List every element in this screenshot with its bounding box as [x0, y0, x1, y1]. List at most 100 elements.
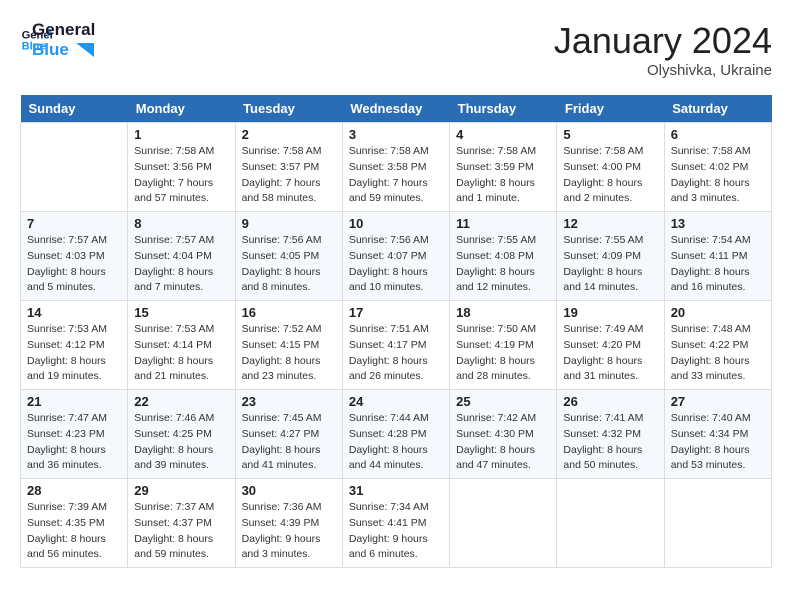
day-info: Sunrise: 7:37 AM Sunset: 4:37 PM Dayligh… — [134, 500, 228, 563]
month-title: January 2024 — [554, 20, 772, 62]
day-info: Sunrise: 7:39 AM Sunset: 4:35 PM Dayligh… — [27, 500, 121, 563]
calendar-cell — [450, 479, 557, 568]
calendar-cell: 4 Sunrise: 7:58 AM Sunset: 3:59 PM Daylig… — [450, 123, 557, 212]
day-number: 10 — [349, 216, 443, 231]
day-number: 18 — [456, 305, 550, 320]
day-number: 16 — [242, 305, 336, 320]
day-info: Sunrise: 7:41 AM Sunset: 4:32 PM Dayligh… — [563, 411, 657, 474]
day-number: 4 — [456, 127, 550, 142]
day-info: Sunrise: 7:34 AM Sunset: 4:41 PM Dayligh… — [349, 500, 443, 563]
calendar-cell: 8Sunrise: 7:57 AM Sunset: 4:04 PM Daylig… — [128, 212, 235, 301]
day-of-week-header: Tuesday — [235, 95, 342, 123]
calendar-cell: 1 Sunrise: 7:58 AM Sunset: 3:56 PM Daylig… — [128, 123, 235, 212]
day-info: Sunrise: 7:47 AM Sunset: 4:23 PM Dayligh… — [27, 411, 121, 474]
day-number: 24 — [349, 394, 443, 409]
day-number: 17 — [349, 305, 443, 320]
calendar-cell: 20 Sunrise: 7:48 AM Sunset: 4:22 PM Dayli… — [664, 301, 771, 390]
day-info: Sunrise: 7:55 AM Sunset: 4:09 PM Dayligh… — [563, 233, 657, 296]
day-info: Sunrise: 7:53 AM Sunset: 4:12 PM Dayligh… — [27, 322, 121, 385]
logo: General Blue General Blue — [20, 20, 95, 59]
calendar-cell: 12 Sunrise: 7:55 AM Sunset: 4:09 PM Dayli… — [557, 212, 664, 301]
day-info: Sunrise: 7:49 AM Sunset: 4:20 PM Dayligh… — [563, 322, 657, 385]
day-info: Sunrise: 7:58 AM Sunset: 3:59 PM Dayligh… — [456, 144, 550, 207]
calendar-cell: 27 Sunrise: 7:40 AM Sunset: 4:34 PM Dayli… — [664, 390, 771, 479]
calendar-week-row: 1 Sunrise: 7:58 AM Sunset: 3:56 PM Daylig… — [21, 123, 772, 212]
calendar-cell: 18Sunrise: 7:50 AM Sunset: 4:19 PM Dayli… — [450, 301, 557, 390]
calendar-cell: 9Sunrise: 7:56 AM Sunset: 4:05 PM Daylig… — [235, 212, 342, 301]
day-info: Sunrise: 7:54 AM Sunset: 4:11 PM Dayligh… — [671, 233, 765, 296]
day-info: Sunrise: 7:36 AM Sunset: 4:39 PM Dayligh… — [242, 500, 336, 563]
title-block: January 2024 Olyshivka, Ukraine — [554, 20, 772, 79]
calendar-week-row: 7 Sunrise: 7:57 AM Sunset: 4:03 PM Daylig… — [21, 212, 772, 301]
day-of-week-header: Wednesday — [342, 95, 449, 123]
day-number: 5 — [563, 127, 657, 142]
calendar-cell: 21Sunrise: 7:47 AM Sunset: 4:23 PM Dayli… — [21, 390, 128, 479]
day-number: 15 — [134, 305, 228, 320]
calendar-cell: 24Sunrise: 7:44 AM Sunset: 4:28 PM Dayli… — [342, 390, 449, 479]
calendar-week-row: 21Sunrise: 7:47 AM Sunset: 4:23 PM Dayli… — [21, 390, 772, 479]
day-of-week-header: Thursday — [450, 95, 557, 123]
day-info: Sunrise: 7:51 AM Sunset: 4:17 PM Dayligh… — [349, 322, 443, 385]
calendar-cell: 5 Sunrise: 7:58 AM Sunset: 4:00 PM Daylig… — [557, 123, 664, 212]
calendar-cell: 25Sunrise: 7:42 AM Sunset: 4:30 PM Dayli… — [450, 390, 557, 479]
day-info: Sunrise: 7:48 AM Sunset: 4:22 PM Dayligh… — [671, 322, 765, 385]
day-number: 6 — [671, 127, 765, 142]
day-of-week-header: Sunday — [21, 95, 128, 123]
day-info: Sunrise: 7:46 AM Sunset: 4:25 PM Dayligh… — [134, 411, 228, 474]
day-of-week-header: Saturday — [664, 95, 771, 123]
calendar-cell — [664, 479, 771, 568]
calendar-cell: 17 Sunrise: 7:51 AM Sunset: 4:17 PM Dayli… — [342, 301, 449, 390]
day-number: 27 — [671, 394, 765, 409]
calendar-cell: 30 Sunrise: 7:36 AM Sunset: 4:39 PM Dayli… — [235, 479, 342, 568]
day-info: Sunrise: 7:42 AM Sunset: 4:30 PM Dayligh… — [456, 411, 550, 474]
day-info: Sunrise: 7:55 AM Sunset: 4:08 PM Dayligh… — [456, 233, 550, 296]
day-of-week-header: Friday — [557, 95, 664, 123]
calendar-cell: 14 Sunrise: 7:53 AM Sunset: 4:12 PM Dayli… — [21, 301, 128, 390]
day-number: 26 — [563, 394, 657, 409]
day-info: Sunrise: 7:58 AM Sunset: 3:56 PM Dayligh… — [134, 144, 228, 207]
day-number: 28 — [27, 483, 121, 498]
day-number: 30 — [242, 483, 336, 498]
calendar-cell: 31 Sunrise: 7:34 AM Sunset: 4:41 PM Dayli… — [342, 479, 449, 568]
calendar-table: SundayMondayTuesdayWednesdayThursdayFrid… — [20, 95, 772, 568]
calendar-cell: 29 Sunrise: 7:37 AM Sunset: 4:37 PM Dayli… — [128, 479, 235, 568]
day-number: 1 — [134, 127, 228, 142]
calendar-cell: 23Sunrise: 7:45 AM Sunset: 4:27 PM Dayli… — [235, 390, 342, 479]
calendar-week-row: 14 Sunrise: 7:53 AM Sunset: 4:12 PM Dayli… — [21, 301, 772, 390]
calendar-week-row: 28 Sunrise: 7:39 AM Sunset: 4:35 PM Dayli… — [21, 479, 772, 568]
day-of-week-header: Monday — [128, 95, 235, 123]
day-number: 7 — [27, 216, 121, 231]
logo-arrow-icon — [76, 43, 94, 57]
calendar-cell: 15Sunrise: 7:53 AM Sunset: 4:14 PM Dayli… — [128, 301, 235, 390]
day-number: 13 — [671, 216, 765, 231]
day-number: 11 — [456, 216, 550, 231]
calendar-cell: 3 Sunrise: 7:58 AM Sunset: 3:58 PM Daylig… — [342, 123, 449, 212]
day-info: Sunrise: 7:52 AM Sunset: 4:15 PM Dayligh… — [242, 322, 336, 385]
day-number: 14 — [27, 305, 121, 320]
day-number: 20 — [671, 305, 765, 320]
day-number: 12 — [563, 216, 657, 231]
calendar-cell: 16 Sunrise: 7:52 AM Sunset: 4:15 PM Dayli… — [235, 301, 342, 390]
calendar-cell — [21, 123, 128, 212]
calendar-cell — [557, 479, 664, 568]
calendar-cell: 10Sunrise: 7:56 AM Sunset: 4:07 PM Dayli… — [342, 212, 449, 301]
logo-text-blue: Blue — [32, 40, 95, 60]
calendar-cell: 7 Sunrise: 7:57 AM Sunset: 4:03 PM Daylig… — [21, 212, 128, 301]
location: Olyshivka, Ukraine — [554, 62, 772, 79]
calendar-header-row: SundayMondayTuesdayWednesdayThursdayFrid… — [21, 95, 772, 123]
calendar-cell: 6 Sunrise: 7:58 AM Sunset: 4:02 PM Daylig… — [664, 123, 771, 212]
day-info: Sunrise: 7:58 AM Sunset: 4:00 PM Dayligh… — [563, 144, 657, 207]
day-number: 29 — [134, 483, 228, 498]
day-number: 8 — [134, 216, 228, 231]
day-number: 3 — [349, 127, 443, 142]
day-info: Sunrise: 7:40 AM Sunset: 4:34 PM Dayligh… — [671, 411, 765, 474]
calendar-cell: 26 Sunrise: 7:41 AM Sunset: 4:32 PM Dayli… — [557, 390, 664, 479]
day-info: Sunrise: 7:58 AM Sunset: 4:02 PM Dayligh… — [671, 144, 765, 207]
day-number: 23 — [242, 394, 336, 409]
day-info: Sunrise: 7:58 AM Sunset: 3:58 PM Dayligh… — [349, 144, 443, 207]
calendar-cell: 2Sunrise: 7:58 AM Sunset: 3:57 PM Daylig… — [235, 123, 342, 212]
calendar-cell: 11 Sunrise: 7:55 AM Sunset: 4:08 PM Dayli… — [450, 212, 557, 301]
day-number: 31 — [349, 483, 443, 498]
day-number: 22 — [134, 394, 228, 409]
day-info: Sunrise: 7:57 AM Sunset: 4:03 PM Dayligh… — [27, 233, 121, 296]
